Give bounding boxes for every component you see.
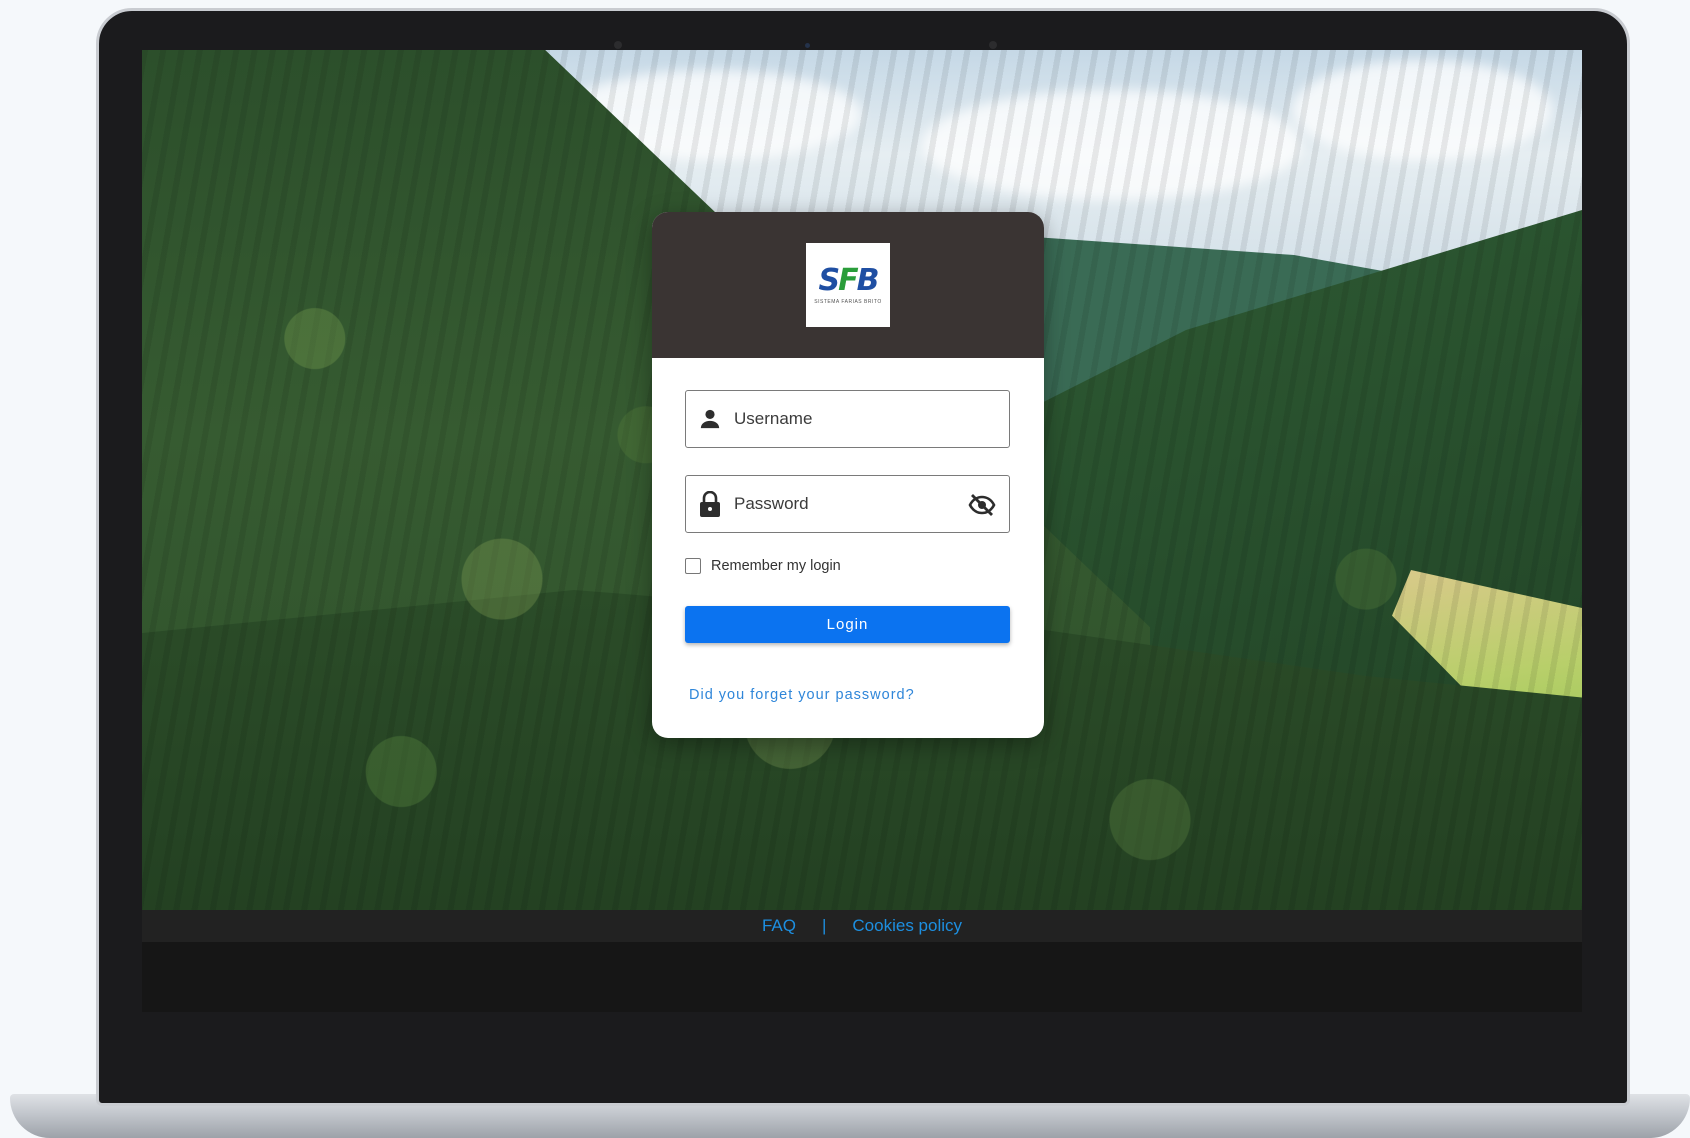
username-field[interactable] [685,390,1010,448]
person-icon [686,408,734,430]
remember-login[interactable]: Remember my login [685,558,1011,574]
sensor-dot [614,41,622,49]
login-card: SFB SISTEMA FARIAS BRITO Username Rememb… [652,212,1044,738]
login-card-header: SFB SISTEMA FARIAS BRITO [652,212,1044,358]
login-form: Remember my login Login Did you forget y… [652,358,1044,703]
username-input[interactable] [734,409,954,429]
lock-icon [686,491,734,517]
cookies-policy-link[interactable]: Cookies policy [852,916,962,936]
screen-bottom-bezel [142,942,1582,1012]
password-field[interactable] [685,475,1010,533]
logo-subtitle: SISTEMA FARIAS BRITO [814,298,882,305]
password-input[interactable] [734,494,954,514]
sensor-dot [989,41,997,49]
forgot-password-link[interactable]: Did you forget your password? [689,687,1011,703]
footer-separator: | [821,916,827,935]
remember-label: Remember my login [711,558,841,574]
login-button[interactable]: Login [685,606,1010,643]
brand-logo: SFB SISTEMA FARIAS BRITO [806,243,890,327]
camera-dot [805,43,810,48]
eye-off-icon[interactable] [967,490,997,520]
logo-mark: SFB [818,262,880,298]
remember-checkbox[interactable] [685,558,701,574]
stage: SFB SISTEMA FARIAS BRITO Username Rememb… [0,0,1690,1138]
footer-bar: FAQ | Cookies policy [142,910,1582,942]
faq-link[interactable]: FAQ [762,916,796,936]
screen: SFB SISTEMA FARIAS BRITO Username Rememb… [142,50,1582,1012]
